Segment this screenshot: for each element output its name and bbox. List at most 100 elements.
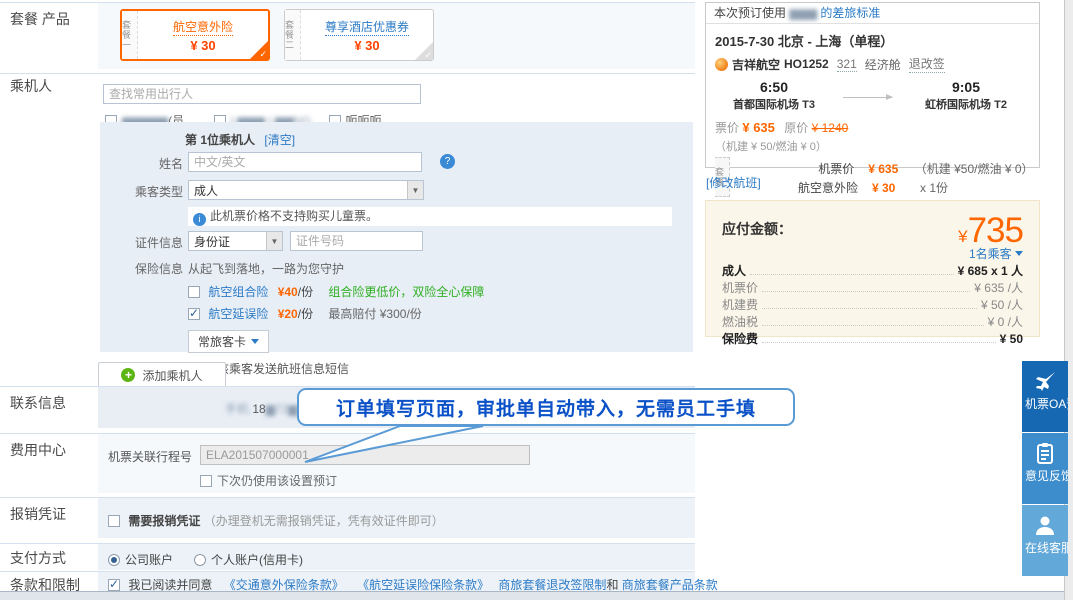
sms-label: 给该乘客发送航班信息短信 [205,362,349,376]
package-card-insurance[interactable]: 套餐一 航空意外险 ¥ 30 ✓ [120,9,270,61]
package-card-price: ¥ 30 [190,38,215,53]
arrival-airport: 虹桥国际机场 T2 [902,96,1030,112]
pay-personal-radio[interactable]: 个人账户(信用卡) [194,551,303,568]
passenger-count-label: 1名乘客 [969,247,1012,261]
package-summary: 套餐 机票价 ¥ 635 （机建 ¥50/燃油 ¥ 0） 航空意外险 ¥ 30 … [715,157,1030,197]
side-tab-online-service[interactable]: 在线客服 [1022,505,1068,576]
side-tab-label: 在线客服 [1022,539,1068,556]
insurance-name-link[interactable]: 航空组合险 [208,285,268,299]
plus-icon: + [121,368,135,382]
name-input[interactable] [188,152,422,172]
passenger-content: ▆▆▆▆▆(员… L▆▆▆ L▆▆NG 呃呃呃 第 1位乘机人 [清空] 姓名 … [98,74,695,361]
info-icon: i [193,213,206,226]
airline-name: 吉祥航空 [732,56,780,73]
fare-row: 票价 ¥ 635 原价 ¥ 1240 [715,119,1030,136]
insurance-price: ¥ 30 [858,181,920,195]
policy-user-name: ▆▆▆ [789,6,817,20]
chevron-down-icon[interactable]: ▼ [266,232,282,250]
side-tab-label: 意见反馈 [1022,467,1068,484]
policy-link[interactable]: 的差旅标准 [820,6,880,20]
package-change-limit-link[interactable]: 商旅套餐退改签限制 [498,578,606,592]
airline-row: 吉祥航空 HO1252 321 经济舱 退改签 [715,55,1030,73]
side-tab-bar: 机票OA预订 意见反馈 在线客服 [1022,361,1068,577]
frequent-flyer-card-button[interactable]: 常旅客卡 [188,330,269,353]
departure-block: 6:50 首都国际机场 T3 [715,79,833,112]
side-tab-feedback[interactable]: 意见反馈 [1022,433,1068,504]
checkbox-icon[interactable] [108,515,120,527]
departure-airport: 首都国际机场 T3 [715,96,833,112]
passenger-type-value: 成人 [194,182,218,199]
breakdown-row: 保险费¥ 50 [722,330,1023,347]
traffic-insurance-terms-link[interactable]: 《交通意外保险条款》 [224,578,344,592]
insurance-unit: /份 [298,285,313,299]
section-receipt-label: 报销凭证 [10,504,98,524]
flight-times: 6:50 首都国际机场 T3 9:05 虹桥国际机场 T2 [715,79,1030,112]
package-card-title[interactable]: 尊享酒店优惠券 [325,18,409,36]
sms-option: 给该乘客发送航班信息短信 [188,360,781,377]
package-card-tab: 套餐一 [122,11,138,59]
package-card-hotel-coupon[interactable]: 套餐二 尊享酒店优惠券 ¥ 30 ✓ [284,9,434,61]
aircraft-type-link[interactable]: 321 [837,57,857,72]
need-receipt-label: 需要报销凭证 [128,514,200,528]
search-traveler-input[interactable] [103,84,421,104]
check-icon: ✓ [424,50,432,61]
airport-fuel-fees: （机建 ¥ 50/燃油 ¥ 0） [715,138,1030,154]
id-number-input[interactable] [290,231,423,251]
and-text: 和 [606,578,618,592]
fare-label: 票价 [715,121,739,135]
airplane-icon [1033,370,1057,392]
insurance-option-delay: 航空延误险 ¥20/份 最高赔付 ¥300/份 [188,305,781,322]
clear-link[interactable]: [清空] [264,133,295,147]
annotation-callout: 订单填写页面，审批单自动带入，无需员工手填 [297,388,795,426]
section-payment-label: 支付方式 [10,548,98,568]
radio-icon[interactable] [194,554,206,566]
payment-total-box: 应付金额： ¥735 1名乘客 成人¥ 685 x 1 人 机票价¥ 635 /… [705,200,1040,337]
package-card-title[interactable]: 航空意外险 [173,18,233,36]
add-passenger-button[interactable]: + 添加乘机人 [98,362,226,388]
passenger-type-select[interactable]: 成人 ▼ [188,180,424,200]
chevron-down-icon[interactable]: ▼ [407,181,423,199]
insurance-note: 组合险更低价，双险全心保障 [328,285,484,299]
checkbox-icon[interactable] [188,286,200,298]
package-card-price: ¥ 30 [354,38,379,53]
passenger-count-toggle[interactable]: 1名乘客 [722,245,1023,262]
package-product-terms-link[interactable]: 商旅套餐产品条款 [622,578,718,592]
policy-prefix: 本次预订使用 [714,6,786,20]
checkbox-checked-icon[interactable] [188,308,200,320]
help-icon[interactable]: ? [440,154,455,169]
remember-setting-label: 下次仍使用该设置预订 [217,474,337,488]
id-type-select[interactable]: 身份证 ▼ [188,231,283,251]
need-receipt-checkbox[interactable]: 需要报销凭证 （办理登机无需报销凭证，凭有效证件即可） [108,512,444,529]
clipboard-icon [1035,442,1055,464]
arrival-time: 9:05 [902,79,1030,95]
insurance-quantity: x 1份 [920,179,948,196]
insurance-label: 保险信息 [103,260,183,277]
pay-company-radio[interactable]: 公司账户 [108,551,173,568]
breakdown-row: 成人¥ 685 x 1 人 [722,262,1023,279]
modify-flight-link[interactable]: [修改航班] [706,174,761,191]
contact-segment: 手机 [225,402,249,416]
checkbox-icon[interactable] [200,475,212,487]
frequent-flyer-card-label: 常旅客卡 [198,333,246,350]
insurance-price: ¥20 [278,307,298,321]
side-tab-flight-oa[interactable]: 机票OA预订 [1022,361,1068,432]
id-info-label: 证件信息 [103,234,183,251]
insurance-unit: /份 [298,307,313,321]
fare-price: ¥ 635 [854,162,915,176]
delay-insurance-terms-link[interactable]: 《航空延误险保险条款》 [357,578,489,592]
pay-company-label: 公司账户 [125,553,173,567]
trip-no-label: 机票关联行程号 [108,448,192,465]
passenger-detail-header: 第 1位乘机人 [清空] [185,131,295,148]
receipt-content: 需要报销凭证 （办理登机无需报销凭证，凭有效证件即可） [98,498,695,538]
payment-content: 公司账户 个人账户(信用卡) [98,544,695,570]
checkbox-checked-icon[interactable] [108,579,120,591]
remember-setting-checkbox[interactable]: 下次仍使用该设置预订 [200,472,337,489]
side-tab-label: 机票OA预订 [1022,395,1068,412]
refund-rules-link[interactable]: 退改签 [909,55,945,73]
original-price: ¥ 1240 [812,121,849,135]
arrival-block: 9:05 虹桥国际机场 T2 [902,79,1030,112]
radio-selected-icon[interactable] [108,554,120,566]
insurance-name-link[interactable]: 航空延误险 [208,307,268,321]
package-summary-row: 航空意外险 ¥ 30 x 1份 [730,178,1030,197]
package-content: 套餐一 航空意外险 ¥ 30 ✓ 套餐二 尊享酒店优惠券 ¥ 30 ✓ [98,3,695,69]
